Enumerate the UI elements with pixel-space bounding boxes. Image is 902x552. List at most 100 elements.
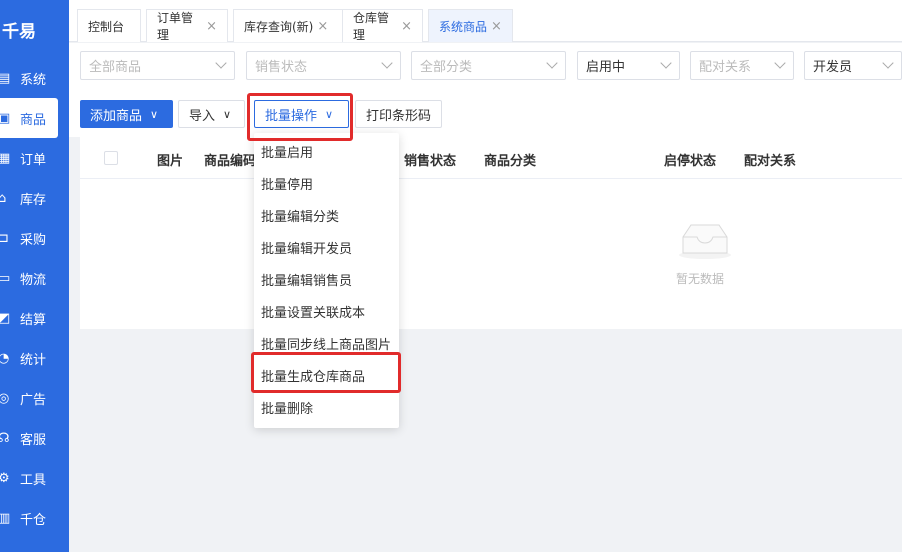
chevron-down-icon xyxy=(882,57,894,69)
nav-icon: ◎ xyxy=(0,390,10,406)
tab-label: 系统商品 xyxy=(439,19,488,34)
sidebar-item-label: 物流 xyxy=(20,272,47,288)
chevron-down-icon xyxy=(381,57,393,69)
nav-icon: ▭ xyxy=(0,270,11,286)
sidebar-item-label: 工具 xyxy=(20,472,47,488)
sidebar-item-label: 库存 xyxy=(20,192,47,208)
nav-icon: ▥ xyxy=(0,510,11,526)
column-header-code: 商品编码 xyxy=(204,154,257,169)
table-header: 图片 商品编码 销售状态 商品分类 启停状态 配对关系 xyxy=(80,137,902,179)
filter-select-4[interactable]: 配对关系 xyxy=(690,51,794,80)
column-header-pairing: 配对关系 xyxy=(744,154,797,169)
tab-label: 订单管理 xyxy=(157,11,194,42)
filter-select-0[interactable]: 全部商品 xyxy=(80,51,235,80)
close-icon[interactable]: × xyxy=(206,19,217,34)
batch-menu-item-0[interactable]: 批量启用 xyxy=(254,135,399,167)
sidebar: 千易 ▤ 系统 ▣ 商品 ▦ 订单 ⌂ 库存 ⊐ 采购 ▭ 物流 ◩ 结算 ◔ 统计 ◎ 广告 ☊ 客服 ⚙ 工具 ▥ 千仓 xyxy=(0,0,69,552)
nav-icon: ◔ xyxy=(0,350,10,366)
empty-inbox-icon xyxy=(679,224,731,259)
batch-operation-label: 批量操作 xyxy=(265,108,318,124)
sidebar-item-6[interactable]: ◩ 结算 xyxy=(0,298,69,338)
filter-value: 全部分类 xyxy=(420,60,473,75)
sidebar-item-1[interactable]: ▣ 商品 xyxy=(0,98,58,138)
select-all-checkbox[interactable] xyxy=(104,151,118,165)
nav-icon: ⊐ xyxy=(0,230,9,246)
sidebar-item-label: 采购 xyxy=(20,232,47,248)
sidebar-item-label: 商品 xyxy=(20,112,47,128)
nav-icon: ☊ xyxy=(0,430,10,446)
add-product-label: 添加商品 xyxy=(90,108,143,124)
nav-icon: ⌂ xyxy=(0,190,7,206)
nav-icon: ▦ xyxy=(0,150,11,166)
filter-value: 启用中 xyxy=(586,60,626,75)
sidebar-item-label: 结算 xyxy=(20,312,47,328)
filter-select-3[interactable]: 启用中 xyxy=(577,51,680,80)
batch-menu-item-2[interactable]: 批量编辑分类 xyxy=(254,199,399,231)
tab-label: 库存查询(新) xyxy=(244,19,314,34)
close-icon[interactable]: × xyxy=(491,19,502,34)
sidebar-item-9[interactable]: ☊ 客服 xyxy=(0,418,69,458)
sidebar-item-10[interactable]: ⚙ 工具 xyxy=(0,458,69,498)
nav-icon: ▣ xyxy=(0,110,11,126)
tab-4[interactable]: 系统商品 × xyxy=(428,9,513,42)
column-header-category: 商品分类 xyxy=(484,154,537,169)
batch-menu-item-8[interactable]: 批量删除 xyxy=(254,391,399,423)
import-button[interactable]: 导入 ∨ xyxy=(178,100,245,128)
filter-value: 开发员 xyxy=(813,60,853,75)
sidebar-item-8[interactable]: ◎ 广告 xyxy=(0,378,69,418)
filter-select-2[interactable]: 全部分类 xyxy=(411,51,566,80)
nav-icon: ◩ xyxy=(0,310,11,326)
sidebar-item-3[interactable]: ⌂ 库存 xyxy=(0,178,69,218)
tab-3[interactable]: 仓库管理 × xyxy=(342,9,423,42)
sidebar-item-2[interactable]: ▦ 订单 xyxy=(0,138,69,178)
sidebar-item-4[interactable]: ⊐ 采购 xyxy=(0,218,69,258)
sidebar-item-7[interactable]: ◔ 统计 xyxy=(0,338,69,378)
close-icon[interactable]: × xyxy=(317,19,328,34)
print-barcode-label: 打印条形码 xyxy=(366,108,432,124)
tab-label: 控制台 xyxy=(88,19,125,34)
empty-text: 暂无数据 xyxy=(676,272,725,286)
tab-0[interactable]: 控制台 xyxy=(77,9,141,42)
column-header-sales-status: 销售状态 xyxy=(404,154,457,169)
sidebar-item-label: 客服 xyxy=(20,432,47,448)
sidebar-item-label: 订单 xyxy=(20,152,47,168)
sidebar-item-label: 系统 xyxy=(20,72,47,88)
sidebar-item-label: 广告 xyxy=(20,392,47,408)
batch-menu-item-4[interactable]: 批量编辑销售员 xyxy=(254,263,399,295)
sidebar-item-label: 千仓 xyxy=(20,512,47,528)
tab-label: 仓库管理 xyxy=(353,11,390,42)
filter-value: 全部商品 xyxy=(89,60,142,75)
chevron-down-icon xyxy=(774,57,786,69)
tab-1[interactable]: 订单管理 × xyxy=(146,9,228,42)
tab-2[interactable]: 库存查询(新) × xyxy=(233,9,343,42)
nav-icon: ▤ xyxy=(0,70,11,86)
sidebar-item-11[interactable]: ▥ 千仓 xyxy=(0,498,69,538)
sidebar-item-5[interactable]: ▭ 物流 xyxy=(0,258,69,298)
sidebar-item-0[interactable]: ▤ 系统 xyxy=(0,58,69,98)
batch-menu-item-5[interactable]: 批量设置关联成本 xyxy=(254,295,399,327)
sidebar-nav: ▤ 系统 ▣ 商品 ▦ 订单 ⌂ 库存 ⊐ 采购 ▭ 物流 ◩ 结算 ◔ 统计 ◎ 广告 ☊ 客服 ⚙ 工具 ▥ 千仓 xyxy=(0,58,69,538)
chevron-down-icon: ∨ xyxy=(325,107,334,121)
batch-menu-item-7[interactable]: 批量生成仓库商品 xyxy=(254,359,399,391)
filter-select-5[interactable]: 开发员 xyxy=(804,51,902,80)
add-product-button[interactable]: 添加商品 ∨ xyxy=(80,100,173,128)
batch-operation-menu: 批量启用 批量停用 批量编辑分类 批量编辑开发员 批量编辑销售员 批量设置关联成本 批量同步… xyxy=(254,133,399,428)
nav-icon: ⚙ xyxy=(0,470,10,486)
chevron-down-icon xyxy=(215,57,227,69)
batch-menu-item-3[interactable]: 批量编辑开发员 xyxy=(254,231,399,263)
filter-select-1[interactable]: 销售状态 xyxy=(246,51,401,80)
batch-menu-item-6[interactable]: 批量同步线上商品图片 xyxy=(254,327,399,359)
toolbar: 添加商品 ∨ 导入 ∨ 批量操作 ∨ 打印条形码 xyxy=(69,89,902,137)
product-table: 图片 商品编码 销售状态 商品分类 启停状态 配对关系 暂无数据 xyxy=(80,137,902,329)
batch-operation-button[interactable]: 批量操作 ∨ xyxy=(254,100,349,128)
print-barcode-button[interactable]: 打印条形码 xyxy=(355,100,442,128)
batch-menu-item-1[interactable]: 批量停用 xyxy=(254,167,399,199)
close-icon[interactable]: × xyxy=(401,19,412,34)
tab-bar: 控制台 订单管理 × 库存查询(新) × 仓库管理 × 系统商品 × xyxy=(69,0,902,42)
column-header-image: 图片 xyxy=(157,154,184,169)
sidebar-item-label: 统计 xyxy=(20,352,47,368)
column-header-enable-status: 启停状态 xyxy=(664,154,717,169)
import-label: 导入 xyxy=(189,108,216,124)
chevron-down-icon xyxy=(546,57,558,69)
chevron-down-icon xyxy=(660,57,672,69)
